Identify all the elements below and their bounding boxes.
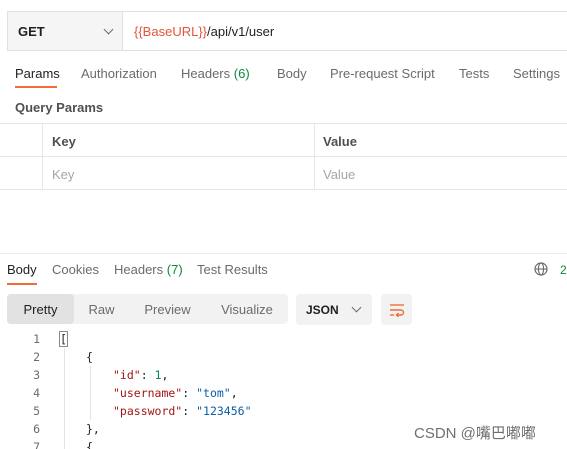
response-status: 2	[560, 263, 567, 277]
query-params-title: Query Params	[15, 100, 104, 115]
code-text: "password": "123456"	[113, 404, 252, 418]
json-number: 1	[154, 368, 162, 382]
chevron-down-icon	[351, 302, 362, 313]
column-divider	[42, 124, 43, 156]
response-tab-headers-label: Headers	[114, 262, 164, 277]
response-divider	[0, 253, 567, 254]
url-variable: {{BaseURL}}	[134, 23, 208, 39]
method-select[interactable]: GET	[8, 12, 123, 50]
format-pretty-button[interactable]: Pretty	[7, 294, 74, 324]
code-text: },	[86, 422, 100, 436]
line-number: 6	[33, 422, 40, 436]
tab-params[interactable]: Params	[15, 66, 60, 81]
code-line: 4 "username": "tom",	[0, 384, 567, 402]
active-tab-underline	[15, 86, 57, 88]
watermark: CSDN @嘴巴嘟嘟	[414, 425, 536, 442]
json-key: "password"	[113, 404, 183, 418]
line-number: 4	[33, 386, 40, 400]
tab-prerequest-script[interactable]: Pre-request Script	[330, 66, 435, 81]
language-select[interactable]: JSON	[296, 294, 372, 325]
line-number: 7	[33, 440, 40, 449]
column-header-value: Value	[323, 134, 357, 149]
value-input[interactable]: Value	[323, 167, 355, 182]
line-number: 5	[33, 404, 40, 418]
json-key: "username"	[113, 386, 183, 400]
url-path: /api/v1/user	[207, 23, 275, 39]
url-input[interactable]: {{BaseURL}}/api/v1/user	[123, 12, 567, 50]
request-tabs: Params Authorization Headers (6) Body Pr…	[0, 60, 567, 90]
line-number: 2	[33, 350, 40, 364]
tab-body[interactable]: Body	[277, 66, 307, 81]
response-tab-test-results[interactable]: Test Results	[197, 262, 268, 277]
column-divider	[314, 124, 315, 156]
code-text: {	[86, 350, 93, 364]
headers-count-badge: (6)	[233, 66, 250, 81]
response-headers-count-badge: (7)	[166, 262, 183, 277]
bracket-match-highlight	[59, 331, 68, 347]
line-number: 1	[33, 332, 40, 346]
tab-headers-label: Headers	[181, 66, 231, 81]
format-preview-button[interactable]: Preview	[129, 294, 206, 324]
chevron-down-icon	[103, 24, 114, 34]
json-key: "id"	[113, 368, 141, 382]
code-text: "username": "tom",	[113, 386, 238, 400]
json-string: "123456"	[196, 404, 252, 418]
code-line: 1 [	[0, 330, 567, 348]
code-text: {	[86, 440, 93, 449]
language-label: JSON	[306, 302, 339, 317]
json-string: "tom"	[196, 386, 231, 400]
response-tabs: Body Cookies Headers (7) Test Results	[0, 256, 567, 286]
tab-authorization[interactable]: Authorization	[81, 66, 157, 81]
table-header-row: Key Value	[0, 124, 567, 157]
response-tab-cookies[interactable]: Cookies	[52, 262, 99, 277]
wrap-lines-button[interactable]	[381, 294, 412, 325]
code-line: 5 "password": "123456"	[0, 402, 567, 420]
query-params-table: Key Value Key Value	[0, 123, 567, 190]
request-bar: GET {{BaseURL}}/api/v1/user	[7, 11, 567, 51]
active-response-tab-underline	[7, 283, 37, 285]
code-text: "id": 1,	[113, 368, 169, 382]
column-divider	[42, 157, 43, 190]
table-row: Key Value	[0, 157, 567, 190]
format-visualize-button[interactable]: Visualize	[206, 294, 288, 324]
tab-headers[interactable]: Headers (6)	[181, 66, 250, 81]
column-divider	[314, 157, 315, 190]
format-tabs: Pretty Raw Preview Visualize	[7, 294, 288, 324]
line-number: 3	[33, 368, 40, 382]
tab-tests[interactable]: Tests	[459, 66, 489, 81]
response-tab-body[interactable]: Body	[7, 262, 37, 277]
globe-icon[interactable]	[534, 262, 548, 276]
response-tab-headers[interactable]: Headers (7)	[114, 262, 183, 277]
tab-settings[interactable]: Settings	[513, 66, 560, 81]
code-line: 3 "id": 1,	[0, 366, 567, 384]
key-input[interactable]: Key	[52, 167, 74, 182]
column-header-key: Key	[52, 134, 76, 149]
wrap-lines-icon	[389, 303, 404, 317]
method-label: GET	[18, 23, 45, 39]
code-line: 2 {	[0, 348, 567, 366]
format-raw-button[interactable]: Raw	[74, 294, 129, 324]
